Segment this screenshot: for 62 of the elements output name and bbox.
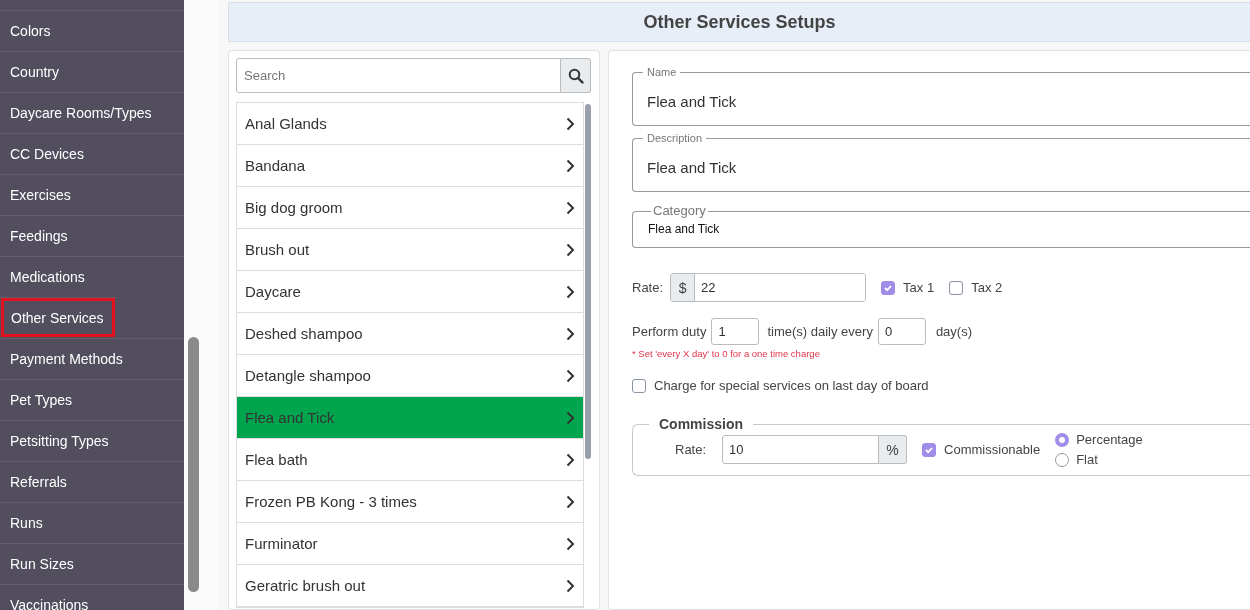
field-label: Category xyxy=(652,204,707,218)
chevron-icon xyxy=(566,242,575,257)
chevron-icon xyxy=(566,578,575,593)
chevron-icon xyxy=(566,494,575,509)
service-item[interactable]: Furminator xyxy=(237,523,583,565)
rate-field[interactable]: $ 22 xyxy=(670,273,867,302)
checkbox[interactable] xyxy=(949,280,964,295)
service-item[interactable]: Frozen PB Kong - 3 times xyxy=(237,481,583,523)
page-title: Other Services Setups xyxy=(228,2,1250,42)
service-item[interactable]: Big dog groom xyxy=(237,187,583,229)
rate-label: Rate: xyxy=(675,442,707,457)
chevron-icon xyxy=(566,116,575,131)
chevron-icon xyxy=(566,452,575,467)
chevron-icon xyxy=(566,368,575,383)
service-item[interactable]: Daycare xyxy=(237,271,583,313)
group-title: Commission xyxy=(658,416,744,432)
radio-button[interactable] xyxy=(1055,452,1070,467)
checkbox-label: Tax 1 xyxy=(903,280,935,295)
times-input[interactable]: 1 xyxy=(711,318,760,345)
radio-label: Flat xyxy=(1076,452,1098,467)
days-label: day(s) xyxy=(935,324,972,339)
field-label: Description xyxy=(643,131,707,145)
days-input[interactable]: 0 xyxy=(877,318,926,345)
perform-label: Perform duty xyxy=(632,324,707,339)
service-item[interactable]: Flea and Tick xyxy=(237,397,583,439)
commission-rate-field[interactable]: 10 xyxy=(722,435,880,464)
service-item[interactable]: Anal Glands xyxy=(237,103,583,145)
radio-button[interactable] xyxy=(1055,432,1070,447)
checkbox-label: Commissionable xyxy=(944,442,1041,457)
sidebar-item[interactable]: Other Services xyxy=(0,297,116,338)
field-value: Flea and Tick xyxy=(647,91,737,110)
chevron-icon xyxy=(566,284,575,299)
search-field[interactable]: Search xyxy=(236,58,561,93)
chevron-icon xyxy=(566,326,575,341)
category-field[interactable]: Category Flea and Tick xyxy=(632,204,1250,248)
search-button[interactable] xyxy=(561,58,591,93)
currency-addon: $ xyxy=(671,274,696,301)
field-value: Flea and Tick xyxy=(648,221,721,236)
checkbox-label: Charge for special services on last day of board xyxy=(654,378,929,393)
scrollbar-thumb[interactable] xyxy=(188,337,199,592)
checkbox-label: Tax 2 xyxy=(971,280,1003,295)
service-item[interactable]: Flea bath xyxy=(237,439,583,481)
rate-label: Rate: xyxy=(632,280,664,295)
checkbox[interactable] xyxy=(922,442,937,457)
search-icon xyxy=(567,67,584,84)
service-item[interactable]: Geratric brush out xyxy=(237,565,583,607)
service-item[interactable]: Bandana xyxy=(237,145,583,187)
service-item[interactable]: Brush out xyxy=(237,229,583,271)
service-item[interactable]: Deshed shampoo xyxy=(237,313,583,355)
scrollbar-thumb[interactable] xyxy=(585,104,591,459)
chevron-icon xyxy=(566,158,575,173)
chevron-icon xyxy=(566,536,575,551)
field-label: Name xyxy=(643,65,681,79)
daily-label: time(s) daily every xyxy=(767,324,873,339)
field-value: Flea and Tick xyxy=(647,157,737,176)
checkbox[interactable] xyxy=(881,280,896,295)
hint-text: * Set 'every X day' to 0 for a one time charge xyxy=(632,348,821,359)
chevron-icon xyxy=(566,200,575,215)
percent-addon: % xyxy=(879,435,908,464)
checkbox[interactable] xyxy=(632,378,646,393)
chevron-icon xyxy=(566,410,575,425)
radio-label: Percentage xyxy=(1076,432,1143,447)
